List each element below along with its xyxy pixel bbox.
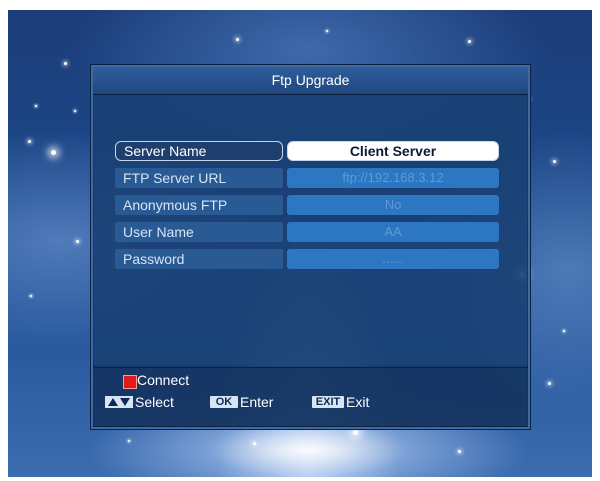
star-icon <box>353 430 358 435</box>
row-password[interactable]: Password ...... <box>115 249 499 269</box>
star-icon <box>468 40 471 43</box>
server-name-value[interactable]: Client Server <box>287 141 499 161</box>
row-anonymous-ftp[interactable]: Anonymous FTP No <box>115 195 499 215</box>
star-icon <box>253 442 256 445</box>
row-ftp-server-url[interactable]: FTP Server URL ftp://192.168.3.12 <box>115 168 499 188</box>
server-name-label: Server Name <box>115 141 283 161</box>
star-icon <box>28 140 31 143</box>
up-down-arrow-icon <box>105 396 133 408</box>
ftp-server-url-label: FTP Server URL <box>115 168 283 188</box>
anonymous-ftp-field[interactable]: No <box>287 195 499 215</box>
password-field[interactable]: ...... <box>287 249 499 269</box>
star-icon <box>64 62 67 65</box>
ok-key-icon[interactable]: OK <box>210 396 238 408</box>
ftp-upgrade-dialog: Ftp Upgrade Server Name Client Server FT… <box>91 65 530 429</box>
user-name-field[interactable]: AA <box>287 222 499 242</box>
star-icon <box>326 30 328 32</box>
enter-label: Enter <box>240 394 274 410</box>
row-server-name[interactable]: Server Name Client Server <box>115 141 499 161</box>
star-icon <box>74 110 76 112</box>
anonymous-ftp-label: Anonymous FTP <box>115 195 283 215</box>
star-icon <box>35 105 37 107</box>
settings-list: Server Name Client Server FTP Server URL… <box>93 95 528 365</box>
user-name-label: User Name <box>115 222 283 242</box>
dialog-title: Ftp Upgrade <box>93 67 528 95</box>
select-label: Select <box>135 394 174 410</box>
star-icon <box>563 330 565 332</box>
exit-key-icon[interactable]: EXIT <box>312 396 344 408</box>
red-key-icon[interactable] <box>123 375 137 389</box>
star-icon <box>30 295 32 297</box>
key-help-bar: Connect Select OK Enter EXIT Exit <box>93 367 528 426</box>
star-icon <box>51 150 56 155</box>
connect-label: Connect <box>137 372 190 388</box>
star-icon <box>553 160 556 163</box>
row-user-name[interactable]: User Name AA <box>115 222 499 242</box>
password-label: Password <box>115 249 283 269</box>
star-icon <box>128 440 130 442</box>
star-icon <box>236 38 239 41</box>
ftp-server-url-field[interactable]: ftp://192.168.3.12 <box>287 168 499 188</box>
star-icon <box>548 382 551 385</box>
star-icon <box>458 450 461 453</box>
star-icon <box>76 240 79 243</box>
tv-screen: Ftp Upgrade Server Name Client Server FT… <box>8 10 592 477</box>
exit-label: Exit <box>346 394 370 410</box>
